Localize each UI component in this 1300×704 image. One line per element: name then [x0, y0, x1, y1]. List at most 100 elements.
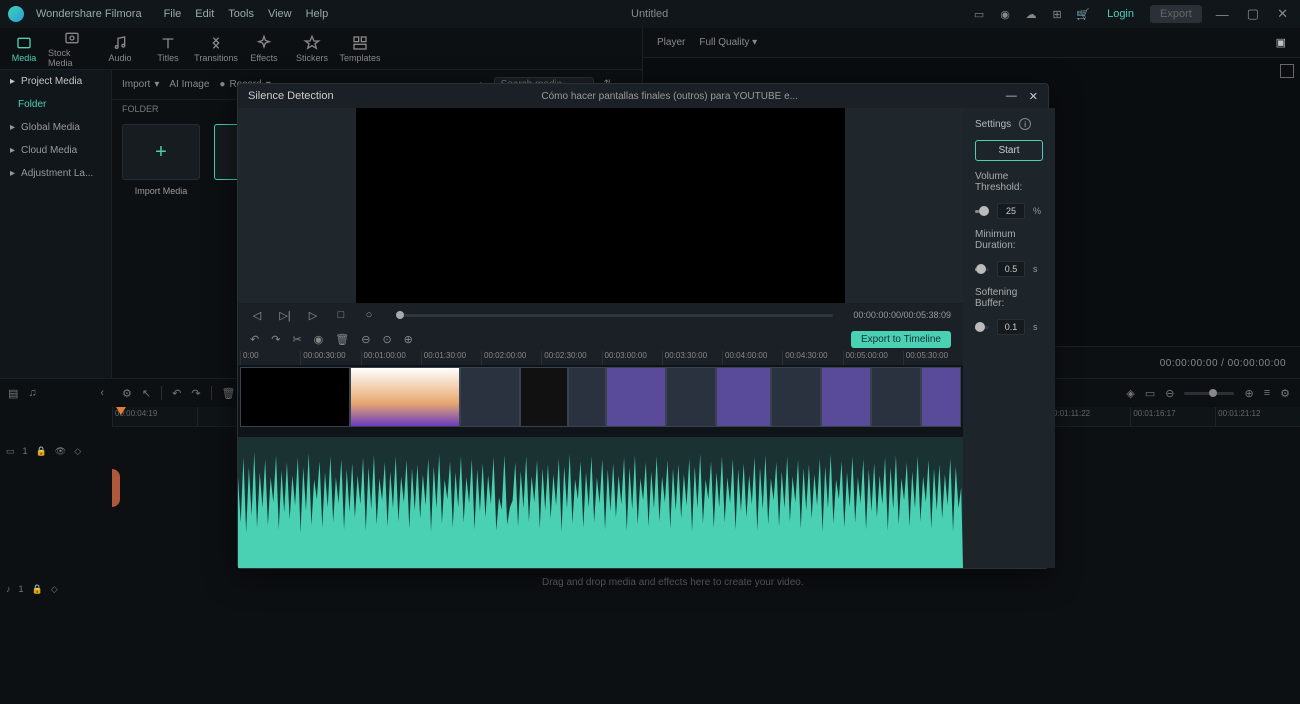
settings-heading: Settings: [975, 119, 1011, 130]
collapse-icon[interactable]: ‹: [100, 387, 104, 399]
record-dot-icon[interactable]: ○: [362, 308, 376, 322]
lock-audio-icon[interactable]: 🔒: [32, 584, 43, 595]
zoom-slider[interactable]: [1184, 392, 1234, 395]
clip-stub[interactable]: [112, 469, 120, 507]
export-button[interactable]: Export: [1150, 5, 1202, 23]
volume-threshold-slider[interactable]: [975, 210, 989, 213]
app-name: Wondershare Filmora: [36, 8, 142, 20]
preview-scrubber[interactable]: [396, 314, 833, 317]
lock-track-icon[interactable]: 🔒: [36, 446, 47, 457]
tab-transitions[interactable]: Transitions: [192, 28, 240, 69]
m-zoom-in-icon[interactable]: ⊕: [404, 333, 413, 346]
stop-icon[interactable]: □: [334, 308, 348, 322]
m-delete-icon[interactable]: 🗑: [335, 333, 349, 346]
playhead-icon[interactable]: [116, 407, 126, 415]
minimum-duration-slider[interactable]: [975, 268, 989, 271]
minimum-duration-value[interactable]: 0.5: [997, 261, 1025, 277]
hide-track-icon[interactable]: ◇: [74, 446, 81, 457]
sidebar-item-cloud-media[interactable]: ▸ Cloud Media: [0, 139, 111, 162]
menu-edit[interactable]: Edit: [195, 8, 214, 20]
menu-file[interactable]: File: [164, 8, 182, 20]
m-redo-icon[interactable]: ↷: [271, 333, 280, 346]
import-media-tile[interactable]: + Import Media: [122, 124, 200, 196]
marker-icon[interactable]: ◈: [1126, 387, 1134, 400]
time-total: 00:00:00:00: [1228, 358, 1286, 369]
m-zoom-out-icon[interactable]: ⊖: [361, 333, 370, 346]
apps-icon[interactable]: ⊞: [1049, 6, 1065, 22]
layers-icon[interactable]: ▤: [8, 387, 18, 400]
titlebar: Wondershare Filmora File Edit Tools View…: [0, 0, 1300, 28]
m-zoom-reset-icon[interactable]: ⊙: [382, 333, 391, 346]
prev-frame-icon[interactable]: ◁: [250, 308, 264, 322]
zoom-out-icon[interactable]: ⊖: [1165, 387, 1174, 400]
settings-icon[interactable]: ⚙: [1280, 387, 1290, 400]
list-icon[interactable]: ≡: [1264, 387, 1270, 399]
waveform[interactable]: waveform bars: [238, 437, 963, 568]
frame-icon[interactable]: [1280, 64, 1294, 78]
login-button[interactable]: Login: [1101, 6, 1140, 22]
record-icon[interactable]: ◉: [997, 6, 1013, 22]
group-icon[interactable]: ▭: [1145, 387, 1155, 400]
sliders-icon[interactable]: ⚙: [122, 387, 132, 400]
sidebar-item-adjustment[interactable]: ▸ Adjustment La...: [0, 162, 111, 185]
cart-icon[interactable]: 🛒: [1075, 6, 1091, 22]
menu-view[interactable]: View: [268, 8, 292, 20]
info-icon[interactable]: i: [1019, 118, 1031, 130]
silence-detection-modal: Silence Detection Cómo hacer pantallas f…: [237, 83, 1049, 569]
softening-buffer-slider[interactable]: [975, 326, 989, 329]
mixer-icon[interactable]: ♫: [28, 387, 36, 399]
sidebar-item-folder[interactable]: Folder: [0, 93, 111, 116]
menu-help[interactable]: Help: [306, 8, 329, 20]
delete-icon[interactable]: 🗑: [222, 387, 236, 400]
sidebar-item-global-media[interactable]: ▸ Global Media: [0, 116, 111, 139]
audio-track-head: ♪1 🔒 ◇: [0, 565, 112, 613]
minimize-modal-icon[interactable]: —: [1006, 90, 1017, 103]
desktop-icon[interactable]: ▭: [971, 6, 987, 22]
preview-controls: ◁ ▷| ▷ □ ○ 00:00:00:00/00:05:38:09: [238, 303, 963, 327]
play-back-icon[interactable]: ▷|: [278, 308, 292, 322]
mute-audio-icon[interactable]: ◇: [51, 584, 58, 595]
play-icon[interactable]: ▷: [306, 308, 320, 322]
modal-filename: Cómo hacer pantallas finales (outros) pa…: [334, 91, 1006, 102]
tab-templates[interactable]: Templates: [336, 28, 384, 69]
start-button[interactable]: Start: [975, 140, 1043, 161]
minimum-duration-label: Minimum Duration:: [975, 229, 1043, 251]
document-title: Untitled: [340, 8, 959, 20]
redo-icon[interactable]: ↷: [191, 387, 200, 400]
video-track-icon: ▭: [6, 446, 15, 457]
plus-icon: +: [155, 141, 167, 164]
close-modal-icon[interactable]: ✕: [1029, 90, 1038, 103]
softening-buffer-value[interactable]: 0.1: [997, 319, 1025, 335]
close-window-icon[interactable]: ✕: [1273, 6, 1292, 22]
modal-ruler[interactable]: 0:0000:00:30:0000:01:00:0000:01:30:0000:…: [238, 351, 963, 365]
cloud-icon[interactable]: ☁: [1023, 6, 1039, 22]
volume-threshold-label: Volume Threshold:: [975, 171, 1043, 193]
tab-titles[interactable]: Titles: [144, 28, 192, 69]
modal-thumbnails[interactable]: [238, 365, 963, 437]
undo-icon[interactable]: ↶: [172, 387, 181, 400]
tab-effects[interactable]: Effects: [240, 28, 288, 69]
import-dropdown[interactable]: Import ▾: [122, 79, 159, 90]
sidebar-item-project-media[interactable]: ▸ Project Media: [0, 70, 111, 93]
snapshot-icon[interactable]: ▣: [1276, 36, 1286, 49]
tab-media[interactable]: Media: [0, 28, 48, 69]
tab-stock-media[interactable]: Stock Media: [48, 28, 96, 69]
tab-stickers[interactable]: Stickers: [288, 28, 336, 69]
zoom-in-icon[interactable]: ⊕: [1244, 387, 1253, 400]
m-eye-icon[interactable]: ◉: [314, 333, 324, 346]
menu-bar: File Edit Tools View Help: [164, 8, 329, 20]
m-undo-icon[interactable]: ↶: [250, 333, 259, 346]
time-current: 00:00:00:00: [1160, 358, 1218, 369]
export-to-timeline-button[interactable]: Export to Timeline: [851, 331, 951, 348]
ai-image-button[interactable]: AI Image: [169, 79, 209, 90]
maximize-icon[interactable]: ▢: [1243, 6, 1263, 22]
pointer-icon[interactable]: ↖: [142, 387, 151, 400]
quality-dropdown[interactable]: Full Quality ▾: [699, 37, 757, 48]
mute-track-icon[interactable]: 👁: [55, 446, 66, 457]
minimize-icon[interactable]: —: [1212, 7, 1233, 22]
menu-tools[interactable]: Tools: [228, 8, 254, 20]
tab-audio[interactable]: Audio: [96, 28, 144, 69]
video-track-head: ▭1 🔒 👁 ◇: [0, 427, 112, 475]
m-cut-icon[interactable]: ✂: [292, 333, 301, 346]
volume-threshold-value[interactable]: 25: [997, 203, 1025, 219]
